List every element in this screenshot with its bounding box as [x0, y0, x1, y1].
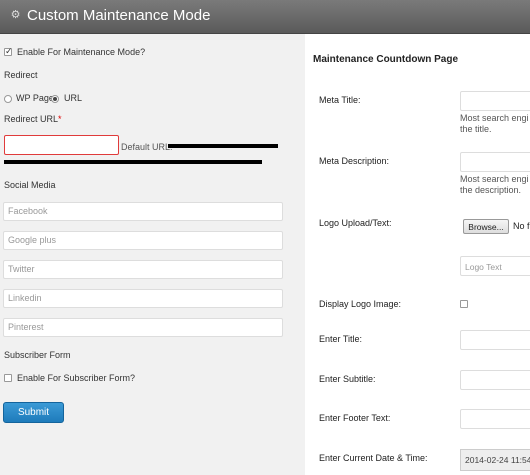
- page-title: Custom Maintenance Mode: [27, 7, 211, 24]
- display-logo-checkbox[interactable]: [460, 300, 468, 308]
- current-date-input[interactable]: 2014-02-24 11:54: [460, 449, 530, 471]
- facebook-input[interactable]: Facebook: [3, 202, 283, 221]
- no-file-text: No f: [513, 221, 530, 231]
- wp-page-radio[interactable]: [4, 95, 12, 103]
- pinterest-input[interactable]: Pinterest: [3, 318, 283, 337]
- required-mark: *: [58, 114, 62, 124]
- google-plus-input[interactable]: Google plus: [3, 231, 283, 250]
- countdown-page-heading: Maintenance Countdown Page: [313, 54, 459, 65]
- browse-button[interactable]: Browse...: [463, 219, 509, 234]
- settings-icon: ⚙: [10, 9, 21, 21]
- current-date-label: Enter Current Date & Time:: [319, 453, 428, 463]
- title-bar: ⚙ Custom Maintenance Mode: [0, 0, 530, 34]
- display-logo-label: Display Logo Image:: [319, 299, 402, 309]
- enable-maintenance-checkbox[interactable]: [4, 46, 13, 57]
- social-media-label: Social Media: [4, 180, 56, 190]
- enable-maintenance-label: Enable For Maintenance Mode?: [17, 47, 146, 57]
- redacted-url-line: [4, 160, 262, 164]
- enter-subtitle-label: Enter Subtitle:: [319, 374, 376, 384]
- meta-description-input[interactable]: [460, 152, 530, 172]
- enable-subscriber-label: Enable For Subscriber Form?: [17, 373, 136, 383]
- linkedin-input[interactable]: Linkedin: [3, 289, 283, 308]
- url-radio-label: URL: [64, 93, 83, 103]
- default-url-label: Default URL:: [121, 142, 173, 152]
- url-radio[interactable]: [51, 95, 59, 103]
- twitter-input[interactable]: Twitter: [3, 260, 283, 279]
- title-input[interactable]: [460, 330, 530, 350]
- subscriber-form-label: Subscriber Form: [4, 350, 71, 360]
- meta-title-input[interactable]: [460, 91, 530, 111]
- meta-description-help-1: Most search engi: [460, 174, 529, 184]
- redirect-url-input[interactable]: [4, 135, 119, 155]
- meta-title-help-1: Most search engi: [460, 113, 529, 123]
- logo-text-input[interactable]: Logo Text: [460, 256, 530, 276]
- redirect-url-label: Redirect URL*: [4, 114, 62, 124]
- enable-subscriber-checkbox[interactable]: [4, 374, 12, 382]
- subtitle-input[interactable]: [460, 370, 530, 390]
- enter-title-label: Enter Title:: [319, 334, 363, 344]
- countdown-page-panel: Maintenance Countdown Page Meta Title: M…: [305, 34, 530, 475]
- redacted-url: [168, 144, 278, 148]
- submit-button[interactable]: Submit: [3, 402, 64, 423]
- meta-description-label: Meta Description:: [319, 156, 390, 166]
- meta-description-help-2: the description.: [460, 185, 522, 195]
- logo-upload-label: Logo Upload/Text:: [319, 218, 392, 228]
- redirect-url-label-text: Redirect URL: [4, 114, 59, 124]
- meta-title-help-2: the title.: [460, 124, 492, 134]
- enter-footer-label: Enter Footer Text:: [319, 413, 391, 423]
- wp-page-radio-label: WP Page: [16, 93, 54, 103]
- meta-title-label: Meta Title:: [319, 95, 361, 105]
- redirect-label: Redirect: [4, 70, 38, 80]
- footer-input[interactable]: [460, 409, 530, 429]
- settings-panel: Enable For Maintenance Mode? Redirect WP…: [0, 34, 305, 475]
